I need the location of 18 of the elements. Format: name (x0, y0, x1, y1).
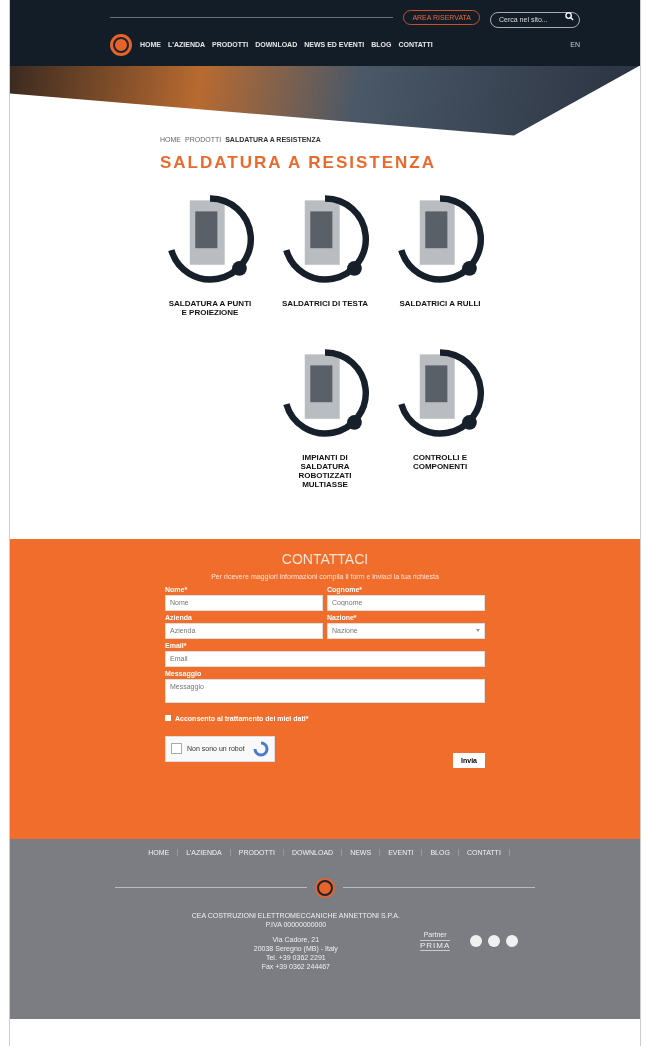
logo-icon[interactable] (110, 33, 132, 56)
page-title: SALDATURA A RESISTENZA (160, 152, 437, 173)
search-icon (565, 12, 574, 21)
product-link[interactable]: SALDATURA A PUNTI E PROIEZIONE (165, 298, 255, 317)
product-link[interactable]: IMPIANTI DI SALDATURA ROBOTIZZATI MULTIASSE (280, 452, 370, 489)
contact-title: CONTATTACI (281, 550, 369, 567)
logo-icon (315, 877, 335, 898)
social-icon[interactable] (506, 934, 519, 947)
captcha-icon (253, 740, 269, 757)
checkbox[interactable] (165, 715, 171, 721)
product-link[interactable]: SALDATRICI DI TESTA (280, 298, 370, 308)
social-icon[interactable] (470, 934, 483, 947)
checkbox[interactable] (171, 743, 182, 754)
product-link[interactable]: SALDATRICI A RULLI (395, 298, 485, 308)
product-link[interactable]: CONTROLLI E COMPONENTI (395, 452, 485, 471)
social-icon[interactable] (488, 934, 501, 947)
caret-icon (476, 629, 480, 632)
partner-logo[interactable]: PRIMA (419, 939, 451, 951)
